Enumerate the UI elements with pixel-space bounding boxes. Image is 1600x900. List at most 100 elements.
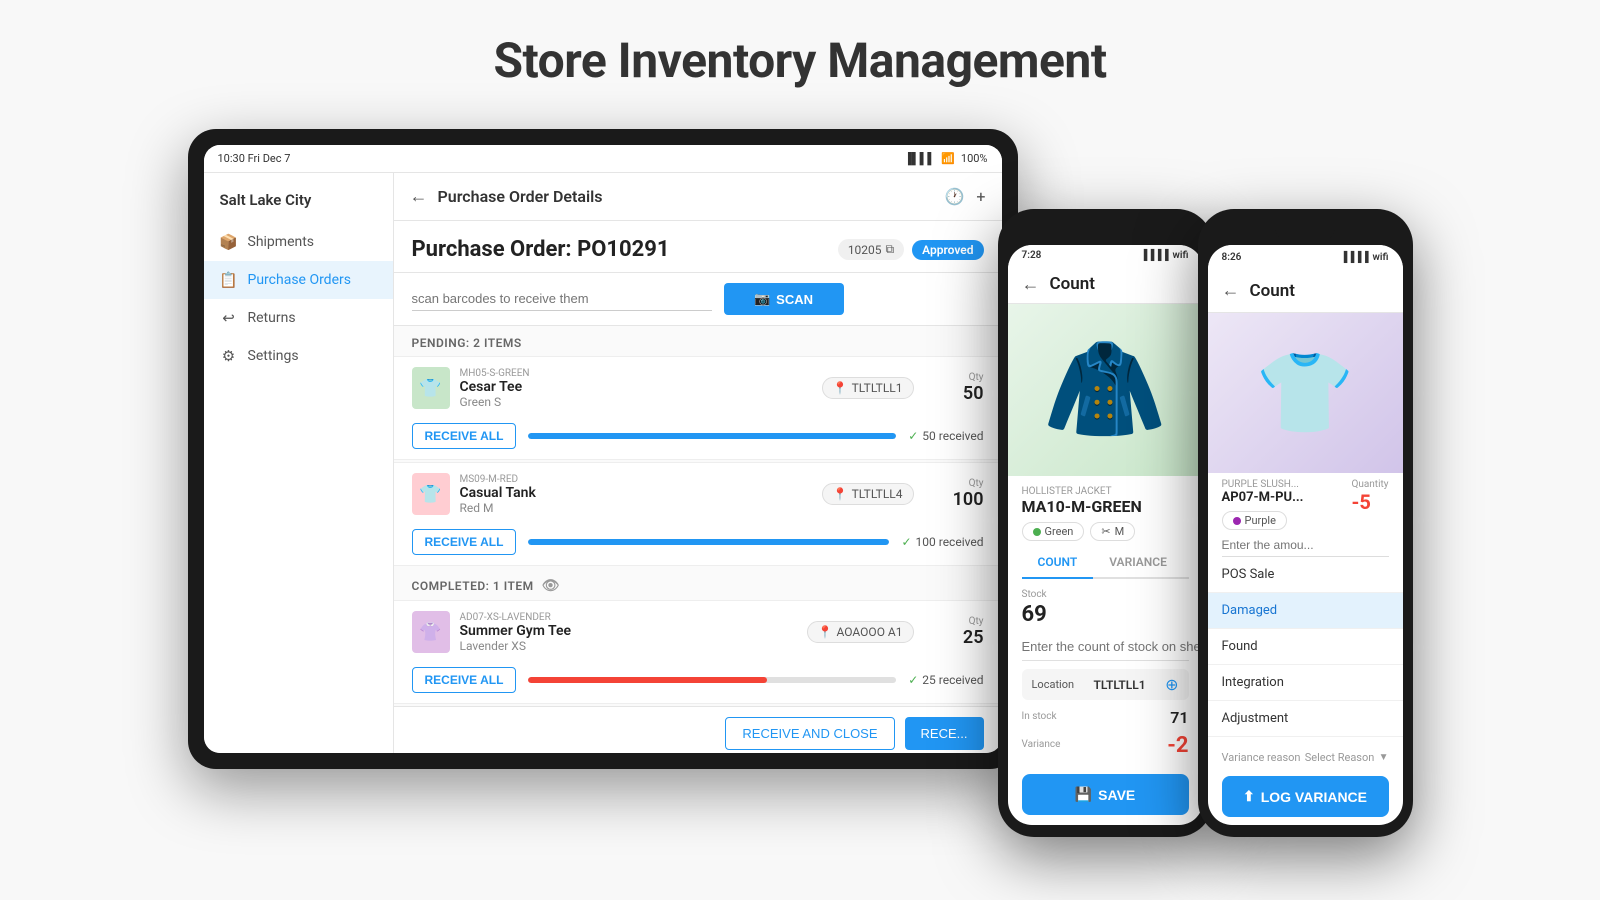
- phone-left-status: 7:28 ▐▐▐▐ wifi: [1008, 245, 1203, 266]
- location-pin-icon: 📍: [833, 381, 848, 395]
- location-pin-icon-3: 📍: [818, 625, 833, 639]
- scan-button[interactable]: 📷 SCAN: [724, 283, 844, 315]
- phone-left-tag-green: Green: [1022, 522, 1085, 541]
- reason-damaged[interactable]: Damaged: [1208, 593, 1403, 629]
- phone-right-signal: ▐▐▐▐: [1340, 252, 1368, 263]
- phone-right-topbar: ← Count: [1208, 269, 1403, 313]
- sidebar-item-returns[interactable]: ↩ Returns: [204, 299, 393, 337]
- variance-reason-select-row: Variance reason Select Reason ▼: [1208, 743, 1403, 772]
- count-location-value: TLTLTLL1: [1094, 678, 1146, 692]
- phone-right-title: Count: [1250, 281, 1295, 301]
- po-title: Purchase Order: PO10291: [412, 237, 670, 262]
- receive-all-cesar-tee-btn[interactable]: RECEIVE ALL: [412, 423, 517, 449]
- stock-field: Stock 69: [1022, 589, 1189, 627]
- casual-tank-progress-container: [528, 539, 889, 545]
- log-variance-button[interactable]: ⬆ LOG VARIANCE: [1222, 776, 1389, 817]
- summer-gym-tee-location: 📍 AOAOOO A1: [807, 621, 914, 643]
- cesar-tee-progress-bar: [528, 433, 896, 439]
- qty-label: Quantity: [1351, 479, 1388, 490]
- cesar-tee-info: MH05-S-GREEN Cesar Tee Green S: [460, 368, 802, 409]
- color-swatch: [1033, 528, 1041, 536]
- phone-left-notch: [1075, 221, 1135, 241]
- content-topbar: ← Purchase Order Details 🕐 +: [394, 173, 1002, 221]
- item-row-cesar-tee: 👕 MH05-S-GREEN Cesar Tee Green S 📍 TLTLT…: [394, 357, 1002, 419]
- variance-reason-select[interactable]: Select Reason: [1305, 751, 1375, 764]
- tablet: 10:30 Fri Dec 7 ▐▌▌▌ 📶 100% Salt Lake Ci…: [188, 129, 1018, 769]
- phone-right-back-btn[interactable]: ←: [1222, 280, 1240, 301]
- tab-variance[interactable]: VARIANCE: [1093, 547, 1183, 579]
- casual-tank-location: 📍 TLTLTLL4: [822, 483, 914, 505]
- receive-all-casual-tank-btn[interactable]: RECEIVE ALL: [412, 529, 517, 555]
- sidebar-item-shipments[interactable]: 📦 Shipments: [204, 223, 393, 261]
- topbar-title: Purchase Order Details: [438, 187, 935, 206]
- phone-left-back-btn[interactable]: ←: [1022, 274, 1040, 295]
- tablet-body: Salt Lake City 📦 Shipments 📋 Purchase Or…: [204, 173, 1002, 753]
- phone-right-wifi: wifi: [1373, 252, 1389, 263]
- casual-tank-variant: Red M: [460, 501, 802, 515]
- sidebar-item-purchase-orders[interactable]: 📋 Purchase Orders: [204, 261, 393, 299]
- reason-found[interactable]: Found: [1208, 629, 1403, 665]
- summer-gym-tee-variant: Lavender XS: [460, 639, 787, 653]
- summer-gym-tee-received-label: ✓ 25 received: [908, 673, 983, 687]
- approved-badge: Approved: [912, 240, 983, 260]
- phone-left-topbar: ← Count: [1008, 266, 1203, 304]
- phone-left-product-tags: Green ✂ M: [1022, 522, 1189, 541]
- shirt-figure: 👕: [1255, 346, 1355, 440]
- variance-amount-input[interactable]: [1222, 534, 1389, 557]
- phone-right-product-row: PURPLE SLUSH... AP07-M-PU... Purple Quan…: [1208, 473, 1403, 530]
- battery-label: 100%: [961, 152, 988, 165]
- devices-container: 10:30 Fri Dec 7 ▐▌▌▌ 📶 100% Salt Lake Ci…: [0, 129, 1600, 837]
- eye-icon[interactable]: 👁: [542, 578, 560, 594]
- phone-left-category: HOLLISTER JACKET: [1022, 486, 1189, 497]
- cesar-tee-progress-container: [528, 433, 896, 439]
- bottom-actions: RECEIVE AND CLOSE RECE...: [394, 706, 1002, 753]
- signal-icon: ▐▌▌▌: [904, 152, 935, 165]
- tablet-time: 10:30 Fri Dec 7: [218, 152, 291, 165]
- receive-all-summer-gym-tee-btn[interactable]: RECEIVE ALL: [412, 667, 517, 693]
- qty-value: -5: [1351, 490, 1388, 514]
- cesar-tee-name: Cesar Tee: [460, 379, 802, 395]
- save-button[interactable]: 💾 SAVE: [1022, 774, 1189, 815]
- scan-bar: 📷 SCAN: [394, 273, 1002, 326]
- receive-btn[interactable]: RECE...: [905, 717, 984, 750]
- tab-count[interactable]: COUNT: [1022, 547, 1094, 579]
- add-icon[interactable]: +: [976, 187, 985, 206]
- phone-left-wifi: wifi: [1173, 250, 1189, 261]
- item-card-casual-tank: 👕 MS09-M-RED Casual Tank Red M 📍 TLTLTLL…: [394, 462, 1002, 566]
- item-row-summer-gym-tee: 👚 AD07-XS-LAVENDER Summer Gym Tee Lavend…: [394, 601, 1002, 663]
- phone-right-product-info: PURPLE SLUSH... AP07-M-PU... Purple: [1222, 479, 1304, 530]
- copy-icon[interactable]: ⧉: [886, 242, 895, 257]
- phone-right-product-tags: Purple: [1222, 511, 1304, 530]
- tablet-screen: 10:30 Fri Dec 7 ▐▌▌▌ 📶 100% Salt Lake Ci…: [204, 145, 1002, 753]
- sidebar-label-settings: Settings: [248, 348, 299, 364]
- cesar-tee-qty: Qty 50: [934, 372, 984, 404]
- summer-gym-tee-name: Summer Gym Tee: [460, 623, 787, 639]
- summer-gym-tee-actions: RECEIVE ALL ✓ 25 received: [394, 663, 1002, 703]
- scan-input[interactable]: [412, 287, 712, 311]
- settings-icon: ⚙: [220, 347, 238, 365]
- reason-adjustment[interactable]: Adjustment: [1208, 701, 1403, 737]
- item-row-casual-tank: 👕 MS09-M-RED Casual Tank Red M 📍 TLTLTLL…: [394, 463, 1002, 525]
- cesar-tee-sku: MH05-S-GREEN: [460, 368, 802, 379]
- sidebar-label-returns: Returns: [248, 310, 296, 326]
- tablet-status-bar: 10:30 Fri Dec 7 ▐▌▌▌ 📶 100%: [204, 145, 1002, 173]
- reason-integration[interactable]: Integration: [1208, 665, 1403, 701]
- count-in-stock-row: In stock 71: [1022, 708, 1189, 727]
- phone-right-screen: 8:26 ▐▐▐▐ wifi ← Count 👕 PURPLE SLUSH...…: [1208, 245, 1403, 825]
- cesar-tee-img: 👕: [412, 367, 450, 409]
- history-icon[interactable]: 🕐: [945, 187, 965, 206]
- check-icon: ✓: [908, 429, 918, 443]
- reason-pos-sale[interactable]: POS Sale: [1208, 557, 1403, 593]
- summer-gym-tee-img: 👚: [412, 611, 450, 653]
- sidebar-item-settings[interactable]: ⚙ Settings: [204, 337, 393, 375]
- returns-icon: ↩: [220, 309, 238, 327]
- count-input-field[interactable]: [1022, 639, 1198, 654]
- pending-section-header: PENDING: 2 ITEMS: [394, 326, 1002, 356]
- receive-and-close-btn[interactable]: RECEIVE AND CLOSE: [725, 717, 894, 750]
- phone-right-qty-block: Quantity -5: [1351, 479, 1388, 514]
- phone-right-product-name: AP07-M-PU...: [1222, 490, 1304, 505]
- phone-left: 7:28 ▐▐▐▐ wifi ← Count 🧥 HOLLISTER JACKE…: [998, 209, 1213, 837]
- summer-gym-tee-progress-container: [528, 677, 896, 683]
- back-button[interactable]: ←: [410, 186, 428, 207]
- location-target-icon: ⊕: [1165, 675, 1178, 694]
